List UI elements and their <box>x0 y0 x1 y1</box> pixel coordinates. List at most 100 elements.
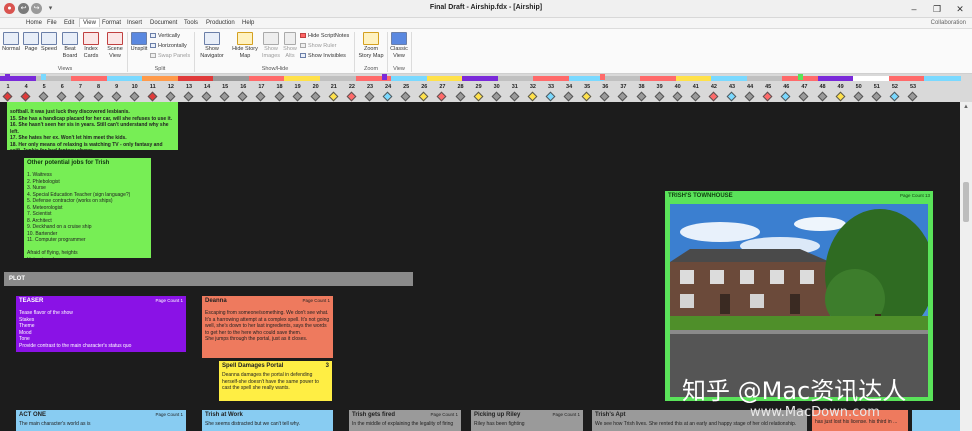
jobs-card[interactable]: Other potential jobs for Trish 1. Waitre… <box>24 158 151 258</box>
page-number: 52 <box>891 84 898 90</box>
close-icon[interactable]: ✕ <box>953 3 967 15</box>
swap-panels-icon <box>150 53 156 58</box>
hide-story-map-button[interactable]: Hide Story Map <box>231 32 259 60</box>
page-number: 15 <box>222 84 229 90</box>
story-map-segment[interactable] <box>675 76 713 81</box>
story-map-segment[interactable] <box>284 76 321 81</box>
plot-section-header[interactable]: PLOT <box>4 272 413 286</box>
zoom-story-map-button[interactable]: Zoom Story Map <box>357 32 385 60</box>
story-map-segment[interactable] <box>213 76 250 81</box>
scrollbar-thumb[interactable] <box>963 182 969 222</box>
story-map-marker[interactable] <box>600 74 605 80</box>
menu-document[interactable]: Document <box>150 20 177 26</box>
story-map-segment[interactable] <box>853 76 890 81</box>
show-images-button[interactable]: Show Images <box>261 32 281 60</box>
beat-board-button[interactable]: Beat Board <box>60 32 80 60</box>
story-map-segment[interactable] <box>248 76 286 81</box>
teaser-card[interactable]: TEASER Page Count 1 Tease flavor of the s… <box>16 296 186 352</box>
story-map-marker[interactable] <box>798 74 803 80</box>
story-map-segment[interactable] <box>924 76 961 81</box>
collaboration-button[interactable]: Collaboration <box>931 20 966 26</box>
views-group-label: Views <box>57 66 73 72</box>
story-map-segment[interactable] <box>497 76 535 81</box>
menu-file[interactable]: File <box>47 20 57 26</box>
show-invisibles-button[interactable]: Show Invisibles <box>300 53 346 59</box>
story-map-segment[interactable] <box>106 76 144 81</box>
show-alts-button[interactable]: Show Alts <box>282 32 298 60</box>
show-ruler-button[interactable]: Show Ruler <box>300 43 336 49</box>
maximize-icon[interactable]: ❐ <box>930 3 944 15</box>
menu-home[interactable]: Home <box>26 20 42 26</box>
speed-view-button[interactable]: Speed <box>40 32 58 53</box>
trish-notes-card[interactable]: softball. It was just luck they discover… <box>7 102 178 150</box>
spell-damages-portal-card[interactable]: Spell Damages Portal 3 Deanna damages the… <box>219 361 332 401</box>
page-number: 17 <box>258 84 265 90</box>
trishs-townhouse-card[interactable]: TRISH'S TOWNHOUSE Page Count 13 <box>665 191 933 401</box>
card-body: Deanna damages the portal in defending h… <box>222 372 319 391</box>
page-view-button[interactable]: Page <box>22 32 40 53</box>
card-title: ACT ONE Page Count 1 <box>19 412 183 418</box>
navigator-icon <box>204 32 220 45</box>
separator <box>354 32 355 72</box>
show-navigator-button[interactable]: Show Navigator <box>197 32 227 60</box>
story-map-segment[interactable] <box>640 76 677 81</box>
page-number: 10 <box>131 84 138 90</box>
picking-up-riley-card[interactable]: Picking up Riley Page Count 1 Riley has b… <box>471 410 583 431</box>
scroll-up-icon[interactable]: ▲ <box>963 104 969 110</box>
story-map-segment[interactable] <box>888 76 926 81</box>
classic-view-button[interactable]: Classic View <box>389 32 409 60</box>
story-map-segment[interactable] <box>426 76 464 81</box>
separator <box>194 32 195 72</box>
menu-insert[interactable]: Insert <box>127 20 142 26</box>
scene-view-button[interactable]: Scene View <box>104 32 126 60</box>
index-cards-button[interactable]: Index Cards <box>80 32 102 60</box>
minimize-icon[interactable]: – <box>907 3 921 15</box>
deanna-card[interactable]: Deanna Page Count 1 Escaping from someone… <box>202 296 333 358</box>
split-vertically-button[interactable]: Vertically <box>150 33 180 39</box>
split-horizontally-button[interactable]: Horizontally <box>150 43 187 49</box>
card-title: Deanna Page Count 1 <box>205 298 330 304</box>
vertical-scrollbar[interactable]: ▲ <box>960 102 972 431</box>
townhouse-photo <box>670 204 928 397</box>
menu-edit[interactable]: Edit <box>64 20 74 26</box>
act-one-card[interactable]: ACT ONE Page Count 1 The main character's… <box>16 410 186 431</box>
trish-gets-fired-card[interactable]: Trish gets fired Page Count 1 In the midd… <box>349 410 461 431</box>
page-count: Page Count 1 <box>430 412 458 417</box>
story-map-segment[interactable] <box>391 76 428 81</box>
story-map-segment[interactable] <box>817 76 855 81</box>
menu-help[interactable]: Help <box>242 20 254 26</box>
normal-view-button[interactable]: Normal <box>1 32 21 53</box>
story-map-segment[interactable] <box>462 76 499 81</box>
story-map-segment[interactable] <box>533 76 570 81</box>
menu-view[interactable]: View <box>79 18 100 27</box>
story-map-segment[interactable] <box>320 76 357 81</box>
unsplit-button[interactable]: Unsplit <box>129 32 149 53</box>
story-map-marker[interactable] <box>382 74 387 80</box>
hide-scriptnotes-button[interactable]: Hide ScriptNotes <box>300 33 349 39</box>
page-count: Page Count 1 <box>155 412 183 417</box>
page-number: 34 <box>566 84 573 90</box>
story-map-marker[interactable] <box>5 74 10 80</box>
menu-format[interactable]: Format <box>102 20 121 26</box>
alts-icon <box>284 32 296 45</box>
trish-at-work-card[interactable]: Trish at Work She seems distracted but w… <box>202 410 333 431</box>
card-title: Picking up Riley Page Count 1 <box>474 412 580 418</box>
blue-card-partial[interactable] <box>912 410 960 431</box>
menu-production[interactable]: Production <box>206 20 235 26</box>
story-map-segment[interactable] <box>71 76 108 81</box>
page-number: 19 <box>294 84 301 90</box>
menu-tools[interactable]: Tools <box>184 20 198 26</box>
story-map-segment[interactable] <box>177 76 215 81</box>
story-map-segment[interactable] <box>746 76 784 81</box>
page-number: 50 <box>855 84 862 90</box>
page-number: 46 <box>783 84 790 90</box>
story-map-marker[interactable] <box>41 74 46 80</box>
story-map-segment[interactable] <box>142 76 179 81</box>
page-number: 30 <box>493 84 500 90</box>
page-number: 27 <box>439 84 446 90</box>
story-map-segment[interactable] <box>711 76 748 81</box>
swap-panels-button[interactable]: Swap Panels <box>150 53 190 59</box>
story-map-segment[interactable] <box>604 76 641 81</box>
split-vertical-icon <box>150 33 156 38</box>
page-count: Page Count 1 <box>155 298 183 303</box>
